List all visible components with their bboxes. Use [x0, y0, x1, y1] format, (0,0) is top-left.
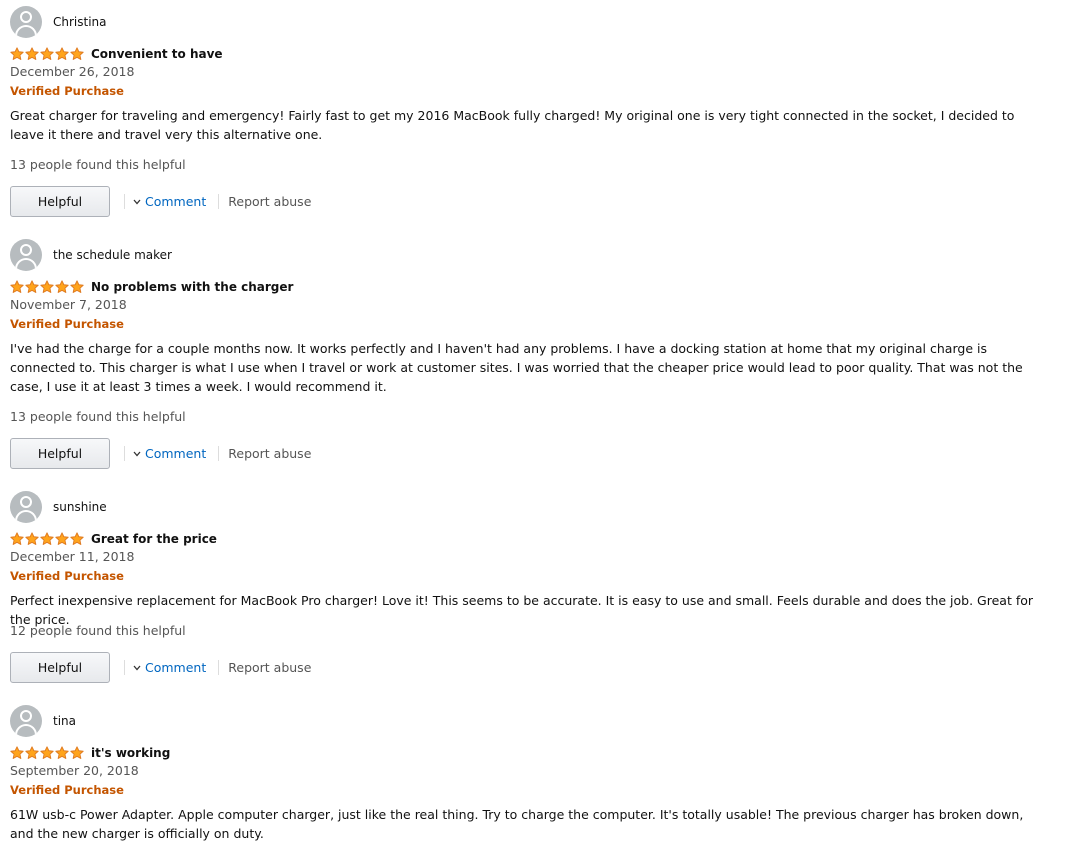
comment-label: Comment — [145, 660, 207, 675]
review: sunshine Great for the price December 11… — [10, 491, 1060, 686]
reviewer-profile[interactable]: Christina — [10, 6, 107, 38]
reviewer-name: sunshine — [53, 500, 107, 514]
reviewer-profile[interactable]: tina — [10, 705, 76, 737]
review-date: November 7, 2018 — [10, 297, 127, 312]
review-date: December 26, 2018 — [10, 64, 135, 79]
reviewer-name: Christina — [53, 15, 107, 29]
star-icon — [70, 746, 84, 759]
chevron-down-icon — [133, 199, 141, 204]
default-avatar-icon — [10, 6, 42, 38]
star-icon — [25, 47, 39, 60]
star-rating[interactable] — [10, 532, 85, 546]
star-icon — [25, 746, 39, 759]
star-icon — [55, 532, 69, 545]
report-abuse-link[interactable]: Report abuse — [228, 194, 311, 209]
review-date: September 20, 2018 — [10, 763, 139, 778]
verified-purchase-badge: Verified Purchase — [10, 783, 124, 797]
divider — [124, 660, 125, 675]
star-icon — [10, 746, 24, 759]
verified-purchase-badge: Verified Purchase — [10, 84, 124, 98]
review: tina it's working September 20, 2018 Ver… — [10, 705, 1060, 847]
star-icon — [40, 47, 54, 60]
star-icon — [10, 280, 24, 293]
review-list: Christina Convenient to have December 26… — [0, 0, 1079, 847]
default-avatar-icon — [10, 239, 42, 271]
review-body: 61W usb-c Power Adapter. Apple computer … — [10, 807, 1024, 841]
verified-purchase-badge: Verified Purchase — [10, 569, 124, 583]
star-rating[interactable] — [10, 47, 85, 61]
helpful-button[interactable]: Helpful — [10, 438, 110, 469]
default-avatar-icon — [10, 705, 42, 737]
divider — [218, 660, 220, 675]
reviewer-profile[interactable]: the schedule maker — [10, 239, 172, 271]
review-actions: Helpful Comment Report abuse — [10, 186, 311, 217]
comment-label: Comment — [145, 446, 207, 461]
review-body: Great charger for traveling and emergenc… — [10, 108, 1015, 142]
review-title[interactable]: Great for the price — [91, 532, 217, 546]
review-body: I've had the charge for a couple months … — [10, 341, 1023, 394]
report-abuse-link[interactable]: Report abuse — [228, 446, 311, 461]
star-icon — [25, 280, 39, 293]
star-rating[interactable] — [10, 746, 85, 760]
star-icon — [70, 47, 84, 60]
helpful-count: 12 people found this helpful — [10, 623, 186, 638]
review: the schedule maker No problems with the … — [10, 239, 1060, 474]
review-date: December 11, 2018 — [10, 549, 135, 564]
helpful-count: 13 people found this helpful — [10, 157, 186, 172]
star-icon — [10, 47, 24, 60]
reviewer-profile[interactable]: sunshine — [10, 491, 107, 523]
review-title-row: Great for the price — [10, 530, 217, 548]
star-icon — [55, 280, 69, 293]
chevron-down-icon — [133, 451, 141, 456]
star-icon — [10, 532, 24, 545]
star-icon — [40, 532, 54, 545]
review-title[interactable]: it's working — [91, 746, 170, 760]
divider — [218, 194, 220, 209]
star-icon — [55, 47, 69, 60]
comment-link[interactable]: Comment — [133, 194, 206, 209]
star-icon — [55, 746, 69, 759]
comment-link[interactable]: Comment — [133, 660, 206, 675]
star-icon — [25, 532, 39, 545]
review-actions: Helpful Comment Report abuse — [10, 652, 311, 683]
star-rating[interactable] — [10, 280, 85, 294]
review: Christina Convenient to have December 26… — [10, 6, 1060, 221]
review-title-row: Convenient to have — [10, 45, 223, 63]
helpful-button[interactable]: Helpful — [10, 186, 110, 217]
chevron-down-icon — [133, 665, 141, 670]
helpful-button[interactable]: Helpful — [10, 652, 110, 683]
review-title-row: No problems with the charger — [10, 278, 293, 296]
reviewer-name: tina — [53, 714, 76, 728]
report-abuse-link[interactable]: Report abuse — [228, 660, 311, 675]
helpful-count: 13 people found this helpful — [10, 409, 186, 424]
comment-label: Comment — [145, 194, 207, 209]
star-icon — [70, 280, 84, 293]
star-icon — [70, 532, 84, 545]
divider — [124, 194, 125, 209]
review-actions: Helpful Comment Report abuse — [10, 438, 311, 469]
review-title-row: it's working — [10, 744, 170, 762]
star-icon — [40, 746, 54, 759]
comment-link[interactable]: Comment — [133, 446, 206, 461]
review-title[interactable]: Convenient to have — [91, 47, 223, 61]
review-title[interactable]: No problems with the charger — [91, 280, 293, 294]
verified-purchase-badge: Verified Purchase — [10, 317, 124, 331]
star-icon — [40, 280, 54, 293]
default-avatar-icon — [10, 491, 42, 523]
reviewer-name: the schedule maker — [53, 248, 172, 262]
divider — [218, 446, 220, 461]
divider — [124, 446, 125, 461]
